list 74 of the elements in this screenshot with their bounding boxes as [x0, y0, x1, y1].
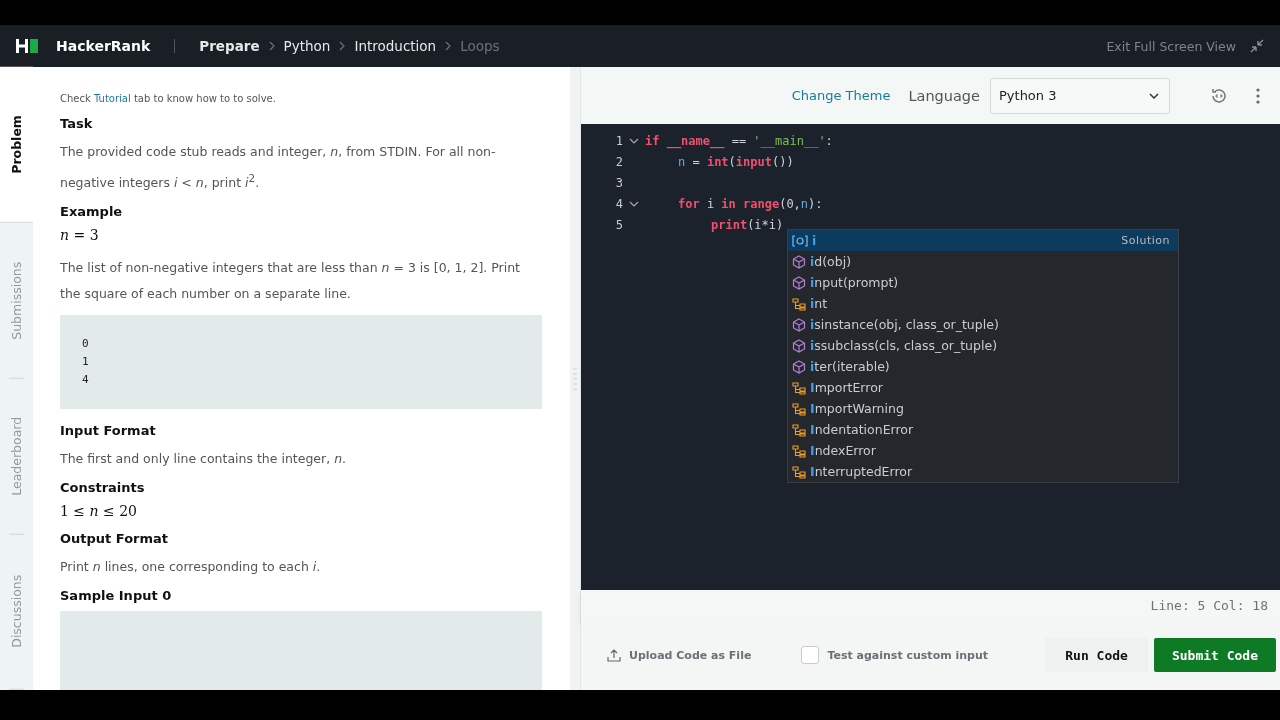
- collapse-icon[interactable]: [1250, 39, 1264, 53]
- language-select[interactable]: Python 3: [990, 77, 1170, 114]
- class-icon: [792, 464, 806, 479]
- line-number: 2: [614, 154, 623, 169]
- line-number: 3: [614, 175, 623, 190]
- breadcrumb-link[interactable]: Introduction: [354, 38, 437, 54]
- chevron-icon: [268, 41, 275, 51]
- line-number: 5: [614, 217, 623, 232]
- cube-icon: [792, 338, 806, 353]
- submit-code-button[interactable]: Submit Code: [1153, 638, 1276, 672]
- paragraph: The first and only line contains the integer, n.: [60, 450, 348, 469]
- logo-icon[interactable]: [16, 39, 38, 53]
- code-block: 0 1 4: [60, 315, 542, 410]
- fold-icon[interactable]: [629, 200, 639, 207]
- variable-icon: [792, 234, 808, 247]
- run-code-button[interactable]: Run Code: [1045, 638, 1148, 672]
- exit-fullscreen-link[interactable]: Exit Full Screen View: [1106, 38, 1236, 54]
- section-heading: Input Format: [60, 423, 157, 439]
- cube-icon: [792, 275, 806, 290]
- section-heading: Example: [60, 204, 124, 220]
- chevron-icon: [339, 41, 346, 51]
- code-line: if __name__ == '__main__':: [645, 133, 833, 148]
- section-heading: Constraints: [60, 480, 146, 496]
- suggestion-item[interactable]: iter(iterable): [788, 356, 1178, 377]
- suggestion-item[interactable]: issubclass(cls, class_or_tuple): [788, 335, 1178, 356]
- suggestion-item[interactable]: isinstance(obj, class_or_tuple): [788, 314, 1178, 335]
- chevron-icon: [445, 41, 452, 51]
- class-icon: [792, 422, 806, 437]
- suggestion-item[interactable]: IndentationError: [788, 419, 1178, 440]
- class-icon: [792, 380, 806, 395]
- math-expression: n = 3: [60, 227, 100, 244]
- change-theme-link[interactable]: Change Theme: [791, 88, 891, 103]
- code-line: for i in range(0,n):: [678, 196, 823, 211]
- suggestion-item[interactable]: InterruptedError: [788, 461, 1178, 482]
- suggestion-item[interactable]: ImportError: [788, 377, 1178, 398]
- section-heading: Output Format: [60, 531, 170, 547]
- paragraph: The list of non-negative integers that are less than n = 3 is [0, 1, 2]. Print the square of each number on a separate line.: [60, 259, 521, 304]
- paragraph: Print n lines, one corresponding to each i.: [60, 558, 322, 577]
- cube-icon: [792, 359, 806, 374]
- code-line: n = int(input()): [678, 154, 794, 169]
- more-icon[interactable]: [1256, 87, 1260, 104]
- section-heading: Task: [60, 116, 94, 131]
- suggestion-item[interactable]: input(prompt): [788, 272, 1178, 293]
- checkbox-label[interactable]: Test against custom input: [827, 648, 989, 662]
- paragraph: The provided code stub reads and integer, n, from STDIN. For all non-negative integers i < n, print i$^{2}$.: [60, 143, 497, 193]
- class-icon: [792, 296, 806, 311]
- side-tab[interactable]: Problem: [0, 67, 33, 223]
- suggestion-item[interactable]: int: [788, 293, 1178, 314]
- line-number: 1: [614, 133, 623, 148]
- language-label: Language: [908, 87, 980, 104]
- section-heading: Sample Input 0: [60, 588, 173, 604]
- suggestion-item[interactable]: IndexError: [788, 440, 1178, 461]
- suggestion-item[interactable]: i Solution: [788, 230, 1178, 251]
- class-icon: [792, 401, 806, 416]
- cube-icon: [792, 254, 806, 269]
- custom-input-checkbox[interactable]: [801, 646, 820, 664]
- fold-icon[interactable]: [629, 137, 639, 144]
- upload-file-link[interactable]: Upload Code as File: [607, 648, 752, 662]
- upload-icon: [607, 648, 621, 662]
- class-icon: [792, 443, 806, 458]
- hint-text: Check Tutorial tab to know how to to solve.: [60, 93, 277, 104]
- cursor-position: Line: 5 Col: 18: [1150, 597, 1268, 613]
- tutorial-link[interactable]: Tutorial: [93, 93, 131, 104]
- suggestion-item[interactable]: ImportWarning: [788, 398, 1178, 419]
- cube-icon: [792, 317, 806, 332]
- history-icon[interactable]: [1210, 86, 1228, 105]
- suggestion-item[interactable]: id(obj): [788, 251, 1178, 272]
- caret-icon: [1149, 92, 1159, 99]
- brand-name[interactable]: HackerRank: [56, 38, 151, 54]
- breadcrumb-link[interactable]: Python: [283, 38, 331, 54]
- breadcrumb-link[interactable]: Prepare: [199, 38, 260, 54]
- math-expression: 1 ≤ n ≤ 20: [60, 503, 139, 520]
- code-line: print(i*i): [711, 217, 784, 232]
- line-number: 4: [614, 196, 623, 211]
